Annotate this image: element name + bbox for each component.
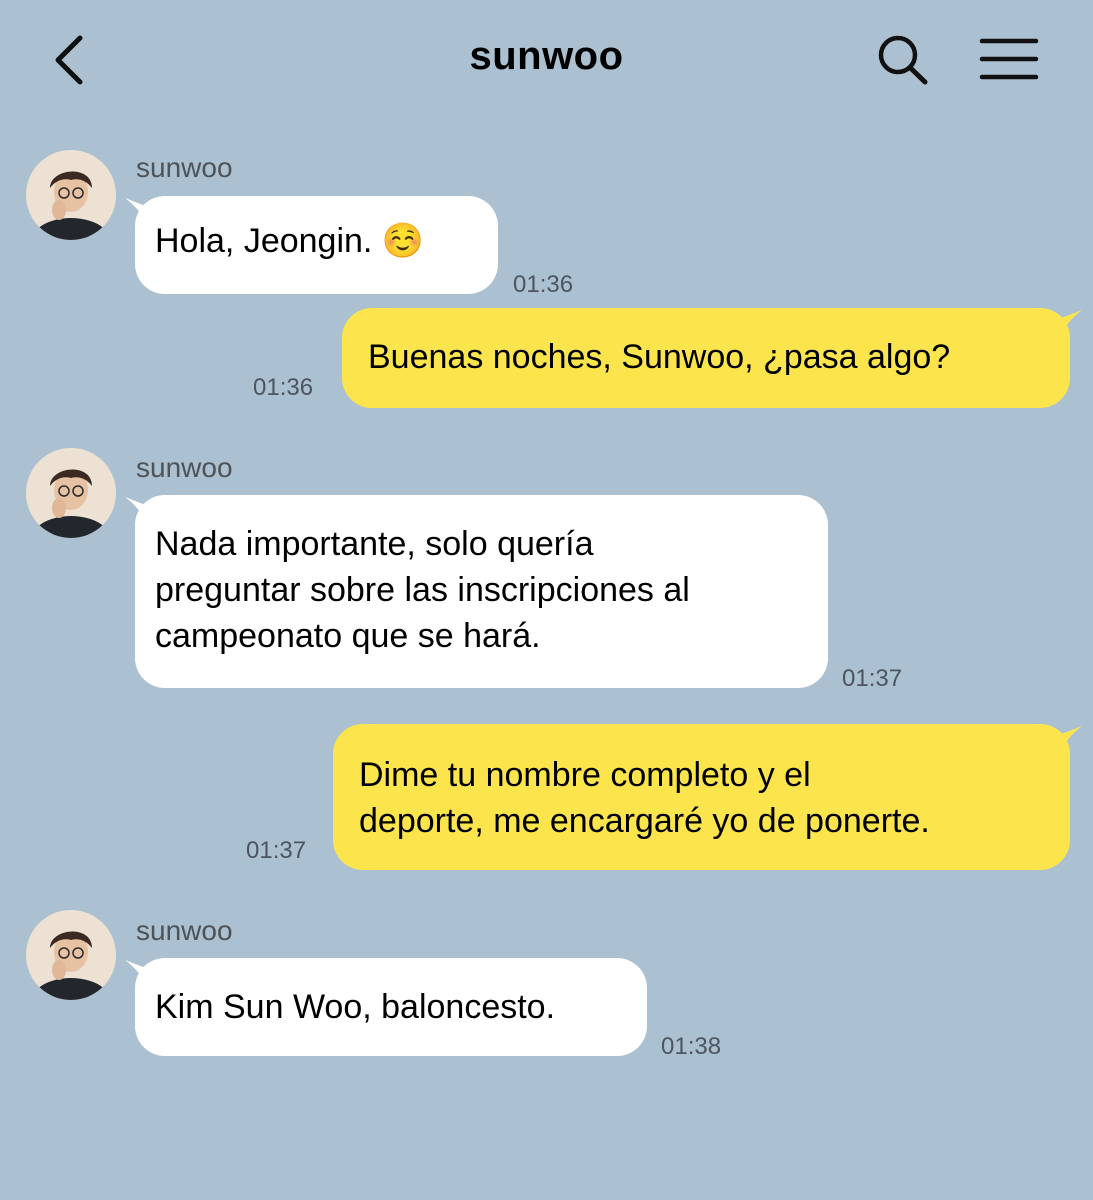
avatar[interactable]: [26, 150, 116, 240]
message-text: Buenas noches, Sunwoo, ¿pasa algo?: [368, 338, 951, 376]
message-text-line: deporte, me encargaré yo de ponerte.: [359, 802, 930, 840]
profile-photo: [26, 448, 116, 538]
bubble-tail: [1060, 726, 1082, 752]
message-text: Hola, Jeongin. ☺️: [155, 222, 425, 260]
message-time: 01:36: [513, 271, 574, 298]
message-time: 01:37: [842, 665, 903, 692]
hamburger-menu-icon: [979, 38, 1039, 80]
message-text-line: Dime tu nombre completo y el: [359, 756, 811, 794]
message-time: 01:36: [253, 374, 314, 401]
chat-header: sunwoo: [0, 0, 1093, 120]
profile-photo: [26, 910, 116, 1000]
message-bubble[interactable]: Nada importante, solo quería preguntar s…: [135, 495, 828, 688]
message-bubble[interactable]: Kim Sun Woo, baloncesto.: [135, 958, 647, 1056]
sender-name: sunwoo: [136, 452, 233, 483]
sender-name: sunwoo: [136, 152, 233, 183]
profile-photo: [26, 150, 116, 240]
message-bubble[interactable]: Buenas noches, Sunwoo, ¿pasa algo?: [342, 308, 1070, 408]
message-bubble[interactable]: Hola, Jeongin. ☺️: [135, 196, 498, 294]
message-bubble[interactable]: Dime tu nombre completo y el deporte, me…: [333, 724, 1070, 870]
sender-name: sunwoo: [136, 915, 233, 946]
message-text: Kim Sun Woo, baloncesto.: [155, 988, 556, 1026]
search-icon: [878, 35, 928, 85]
avatar[interactable]: [26, 910, 116, 1000]
message-text-line: preguntar sobre las inscripciones al: [155, 571, 690, 609]
avatar[interactable]: [26, 448, 116, 538]
message-time: 01:38: [661, 1033, 722, 1060]
bubble-tail: [1060, 310, 1082, 336]
message-text-line: Nada importante, solo quería: [155, 525, 594, 563]
menu-button[interactable]: [978, 36, 1040, 82]
search-button[interactable]: [872, 30, 932, 90]
message-text-line: campeonato que se hará.: [155, 617, 541, 655]
message-time: 01:37: [246, 837, 307, 864]
